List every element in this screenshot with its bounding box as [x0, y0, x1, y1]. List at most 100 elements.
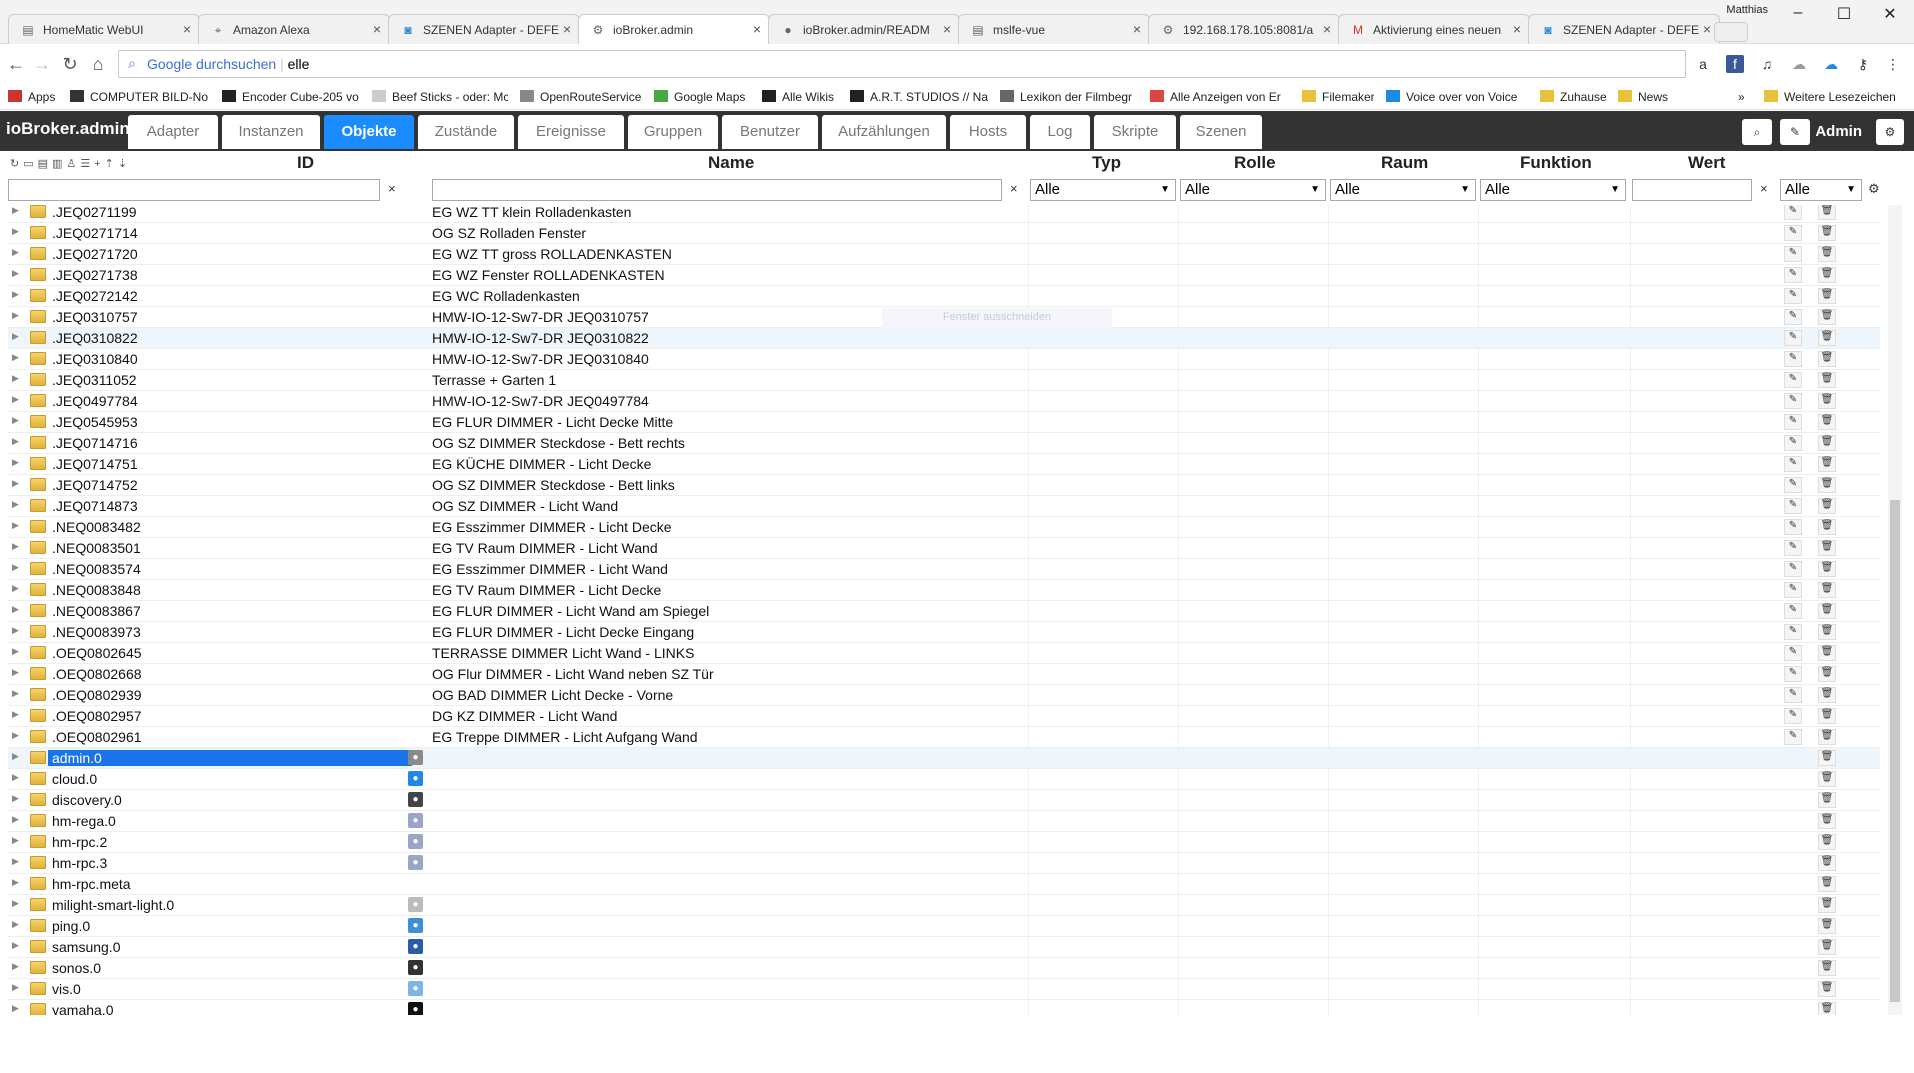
nav-tab-zust-nde[interactable]: Zustände: [418, 115, 514, 149]
trash-icon[interactable]: 🗑: [1818, 771, 1836, 787]
expand-arrow-icon[interactable]: ▶: [12, 1003, 19, 1014]
trash-icon[interactable]: 🗑: [1818, 540, 1836, 556]
clear-name-filter-icon[interactable]: ×: [1010, 181, 1018, 196]
expand-arrow-icon[interactable]: ▶: [12, 478, 19, 489]
expand-arrow-icon[interactable]: ▶: [12, 268, 19, 279]
trash-icon[interactable]: 🗑: [1818, 435, 1836, 451]
table-row[interactable]: ▶ .JEQ0545953 EG FLUR DIMMER - Licht Decke…: [8, 412, 1880, 433]
cloud-extension-icon[interactable]: ☁: [1790, 55, 1808, 73]
edit-icon[interactable]: ✎: [1784, 477, 1802, 493]
trash-icon[interactable]: 🗑: [1818, 267, 1836, 283]
trash-icon[interactable]: 🗑: [1818, 624, 1836, 640]
nav-tab-instanzen[interactable]: Instanzen: [222, 115, 320, 149]
table-row[interactable]: ▶ .JEQ0310840 HMW-IO-12-Sw7-DR JEQ0310840 ✎…: [8, 349, 1880, 370]
trash-icon[interactable]: 🗑: [1818, 729, 1836, 745]
trash-icon[interactable]: 🗑: [1818, 981, 1836, 997]
expand-arrow-icon[interactable]: ▶: [12, 709, 19, 720]
expand-arrow-icon[interactable]: ▶: [12, 940, 19, 951]
table-row[interactable]: ▶ .OEQ0802961 EG Treppe DIMMER - Licht Auf…: [8, 727, 1880, 748]
expand-arrow-icon[interactable]: ▶: [12, 436, 19, 447]
trash-icon[interactable]: 🗑: [1818, 939, 1836, 955]
expand-arrow-icon[interactable]: ▶: [12, 625, 19, 636]
expand-arrow-icon[interactable]: ▶: [12, 646, 19, 657]
trash-icon[interactable]: 🗑: [1818, 393, 1836, 409]
bookmarks-overflow-icon[interactable]: »: [1738, 90, 1745, 104]
trash-icon[interactable]: 🗑: [1818, 687, 1836, 703]
expand-arrow-icon[interactable]: ▶: [12, 562, 19, 573]
table-row[interactable]: ▶ .JEQ0497784 HMW-IO-12-Sw7-DR JEQ0497784 ✎…: [8, 391, 1880, 412]
trash-icon[interactable]: 🗑: [1818, 561, 1836, 577]
trash-icon[interactable]: 🗑: [1818, 918, 1836, 934]
expand-arrow-icon[interactable]: ▶: [12, 541, 19, 552]
close-icon[interactable]: ×: [563, 21, 571, 37]
table-row[interactable]: ▶ admin.0 ● 🗑: [8, 748, 1880, 769]
new-tab-button[interactable]: [1714, 22, 1748, 42]
bookmark-item[interactable]: COMPUTER BILD-No: [70, 90, 208, 104]
expand-arrow-icon[interactable]: ▶: [12, 667, 19, 678]
expand-arrow-icon[interactable]: ▶: [12, 604, 19, 615]
nav-tab-benutzer[interactable]: Benutzer: [722, 115, 818, 149]
table-row[interactable]: ▶ .NEQ0083973 EG FLUR DIMMER - Licht Decke…: [8, 622, 1880, 643]
column-header-role[interactable]: Rolle: [1234, 153, 1276, 175]
expand-arrow-icon[interactable]: ▶: [12, 856, 19, 867]
table-row[interactable]: ▶ .NEQ0083848 EG TV Raum DIMMER - Licht De…: [8, 580, 1880, 601]
trash-icon[interactable]: 🗑: [1818, 876, 1836, 892]
table-row[interactable]: ▶ .JEQ0272142 EG WC Rolladenkasten ✎ 🗑: [8, 286, 1880, 307]
expand-arrow-icon[interactable]: ▶: [12, 688, 19, 699]
trash-icon[interactable]: 🗑: [1818, 792, 1836, 808]
edit-icon[interactable]: ✎: [1784, 246, 1802, 262]
close-icon[interactable]: ×: [1513, 21, 1521, 37]
table-row[interactable]: ▶ .JEQ0714716 OG SZ DIMMER Steckdose - Bet…: [8, 433, 1880, 454]
browser-tab[interactable]: ⌖ Amazon Alexa ×: [198, 14, 390, 44]
expand-arrow-icon[interactable]: ▶: [12, 898, 19, 909]
edit-icon[interactable]: ✎: [1784, 288, 1802, 304]
edit-icon[interactable]: ✎: [1780, 119, 1810, 145]
table-row[interactable]: ▶ .NEQ0083867 EG FLUR DIMMER - Licht Wand …: [8, 601, 1880, 622]
expand-arrow-icon[interactable]: ▶: [12, 415, 19, 426]
room-filter-select[interactable]: Alle ▼: [1330, 179, 1476, 201]
column-header-room[interactable]: Raum: [1381, 153, 1428, 175]
folder-open-icon[interactable]: ▤: [38, 158, 52, 170]
close-icon[interactable]: ×: [1703, 21, 1711, 37]
close-icon[interactable]: ×: [1133, 21, 1141, 37]
table-row[interactable]: ▶ samsung.0 ● 🗑: [8, 937, 1880, 958]
edit-icon[interactable]: ✎: [1784, 582, 1802, 598]
trash-icon[interactable]: 🗑: [1818, 498, 1836, 514]
trash-icon[interactable]: 🗑: [1818, 519, 1836, 535]
music-extension-icon[interactable]: ♫: [1758, 55, 1776, 73]
expand-arrow-icon[interactable]: ▶: [12, 583, 19, 594]
table-row[interactable]: ▶ .NEQ0083574 EG Esszimmer DIMMER - Licht …: [8, 559, 1880, 580]
list-icon[interactable]: ☰: [80, 158, 94, 170]
forward-icon[interactable]: →: [30, 54, 54, 75]
bookmark-item[interactable]: Lexikon der Filmbegr: [1000, 90, 1132, 104]
edit-icon[interactable]: ✎: [1784, 456, 1802, 472]
bookmark-item[interactable]: Google Maps: [654, 90, 745, 104]
table-row[interactable]: ▶ hm-rpc.3 ● 🗑: [8, 853, 1880, 874]
browser-tab[interactable]: ▤ mslfe-vue ×: [958, 14, 1150, 44]
trash-icon[interactable]: 🗑: [1818, 708, 1836, 724]
expand-arrow-icon[interactable]: ▶: [12, 352, 19, 363]
type-filter-select[interactable]: Alle ▼: [1030, 179, 1176, 201]
close-icon[interactable]: ×: [1323, 21, 1331, 37]
expand-arrow-icon[interactable]: ▶: [12, 919, 19, 930]
expand-arrow-icon[interactable]: ▶: [12, 457, 19, 468]
trash-icon[interactable]: 🗑: [1818, 813, 1836, 829]
trash-icon[interactable]: 🗑: [1818, 246, 1836, 262]
trash-icon[interactable]: 🗑: [1818, 960, 1836, 976]
table-row[interactable]: ▶ .OEQ0802957 DG KZ DIMMER - Licht Wand ✎ 🗑: [8, 706, 1880, 727]
table-row[interactable]: ▶ ping.0 ● 🗑: [8, 916, 1880, 937]
add-icon[interactable]: +: [94, 158, 104, 170]
function-filter-select[interactable]: Alle ▼: [1480, 179, 1626, 201]
column-header-name[interactable]: Name: [708, 153, 754, 175]
id-filter-input[interactable]: [8, 179, 380, 201]
expand-arrow-icon[interactable]: ▶: [12, 961, 19, 972]
reload-icon[interactable]: ↻: [58, 54, 82, 75]
expand-arrow-icon[interactable]: ▶: [12, 373, 19, 384]
expand-arrow-icon[interactable]: ▶: [12, 310, 19, 321]
trash-icon[interactable]: 🗑: [1818, 330, 1836, 346]
close-icon[interactable]: ×: [183, 21, 191, 37]
address-bar[interactable]: ⌕ Google durchsuchen | elle: [118, 50, 1686, 78]
folder-closed-icon[interactable]: ▥: [52, 158, 66, 170]
trash-icon[interactable]: 🗑: [1818, 855, 1836, 871]
onedrive-extension-icon[interactable]: ☁: [1822, 55, 1840, 73]
